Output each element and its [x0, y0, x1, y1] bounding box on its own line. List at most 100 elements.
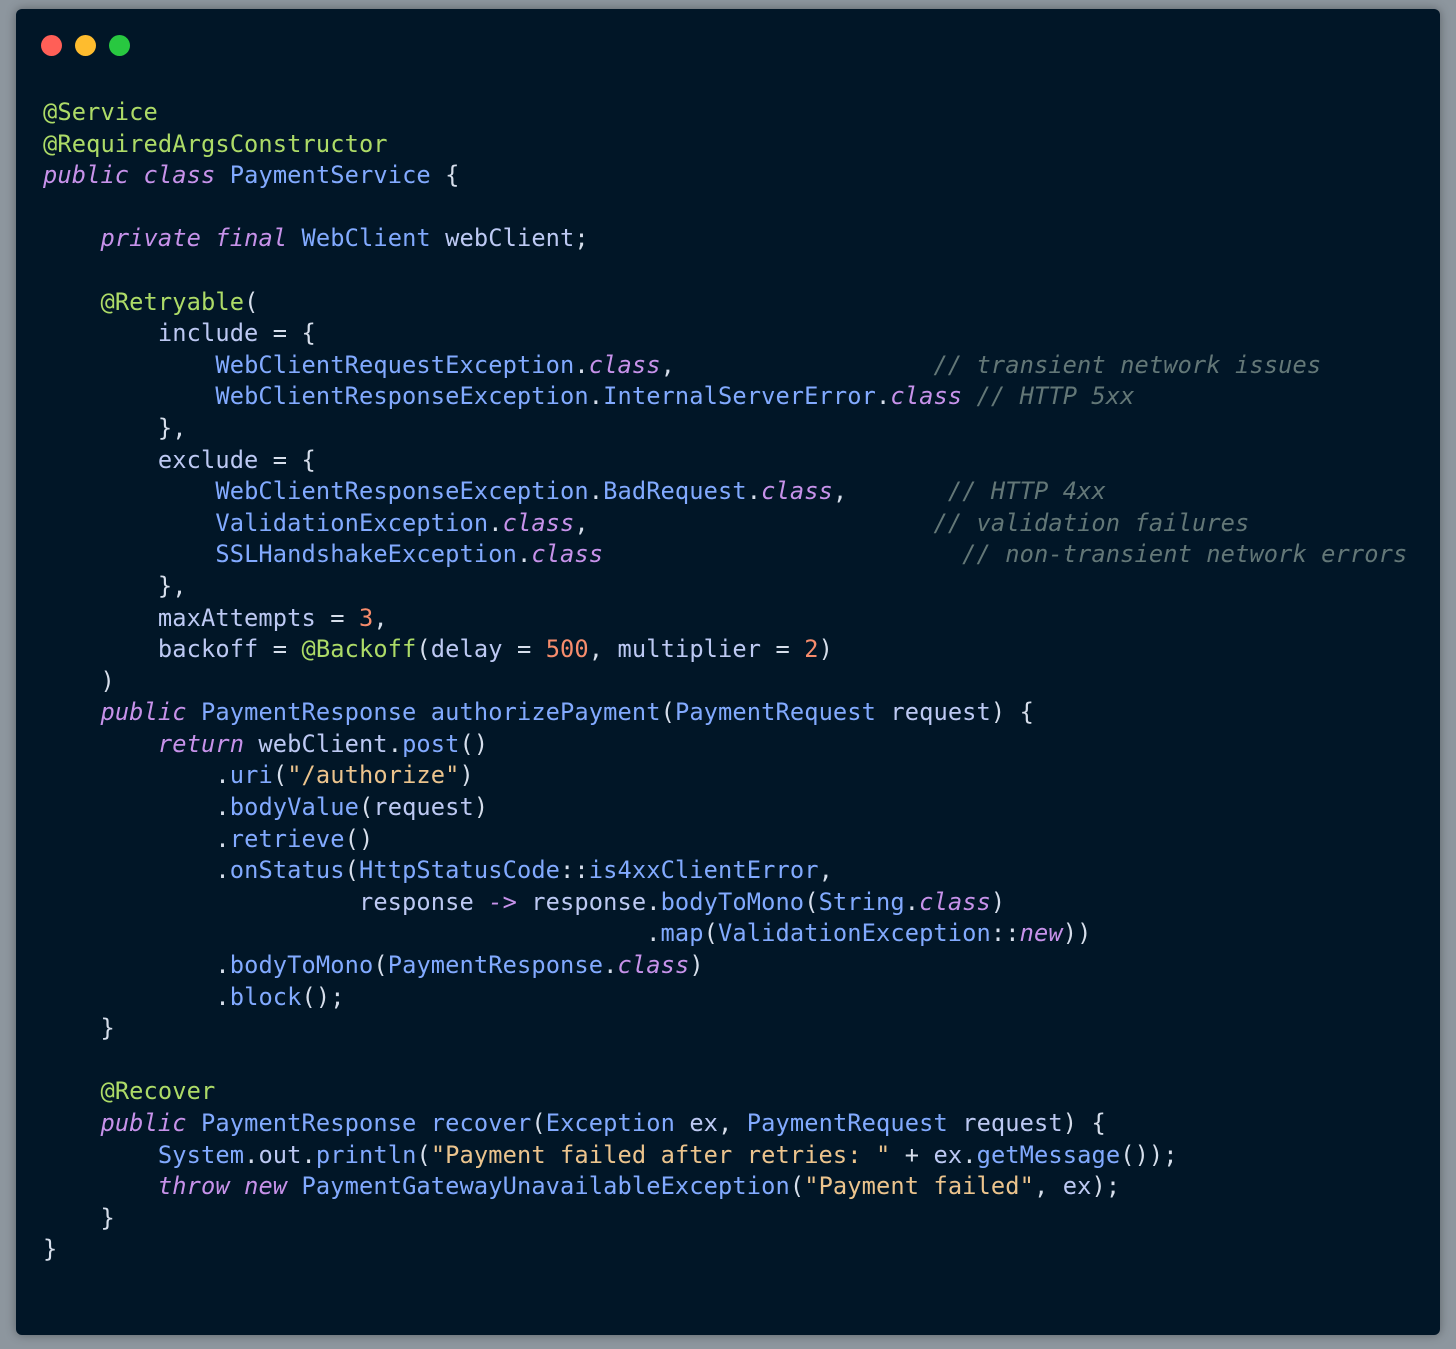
code-token-default: [43, 698, 100, 726]
code-token-default: [287, 1172, 301, 1200]
code-token-default: [187, 1109, 201, 1137]
code-token-punct: .: [603, 951, 618, 980]
code-line: throw new PaymentGatewayUnavailableExcep…: [43, 1171, 1407, 1203]
code-token-comment: // transient network issues: [933, 350, 1322, 379]
code-token-default: [43, 730, 158, 758]
code-token-type: WebClientResponseException: [215, 477, 589, 506]
code-token-default: [230, 1172, 244, 1200]
code-token-punct: .: [875, 382, 891, 411]
code-token-punct: .: [215, 951, 230, 980]
code-token-punct: (: [804, 887, 819, 916]
code-token-punct: = {: [258, 319, 316, 348]
code-line: WebClientResponseException.InternalServe…: [43, 381, 1407, 413]
code-token-default: [43, 477, 215, 505]
code-token-plain: request: [947, 1109, 1063, 1137]
code-token-plain: exclude: [157, 445, 259, 474]
code-token-default: [43, 509, 215, 537]
code-token-plain: multiplier: [617, 635, 762, 664]
code-token-punct: }: [100, 1203, 115, 1232]
code-token-punct: (: [531, 1109, 546, 1137]
code-token-type: println: [315, 1140, 417, 1169]
code-token-string: "Payment failed": [804, 1172, 1034, 1201]
maximize-dot[interactable]: [109, 35, 130, 56]
code-token-punct: },: [157, 413, 187, 442]
code-token-plain: response: [358, 887, 474, 916]
code-line: .onStatus(HttpStatusCode::is4xxClientErr…: [43, 855, 1407, 887]
code-token-punct: ) {: [990, 698, 1034, 727]
code-token-type: System: [157, 1140, 245, 1169]
code-token-comment: // non-transient network errors: [962, 540, 1408, 569]
code-line: response -> response.bodyToMono(String.c…: [43, 887, 1407, 919]
code-token-default: [416, 698, 430, 726]
code-token-keyword: new: [244, 1172, 288, 1201]
code-token-default: [43, 983, 215, 1011]
code-token-type: block: [229, 982, 302, 1011]
code-token-type: PaymentResponse: [201, 1109, 417, 1137]
code-token-punct: .: [387, 729, 403, 758]
code-token-keyword: class: [890, 382, 963, 411]
code-line: }: [43, 1013, 1407, 1045]
code-token-plain: request: [373, 793, 474, 822]
code-token-punct: (: [358, 793, 374, 822]
code-token-plain: include: [157, 319, 259, 348]
code-token-punct: ,: [373, 603, 388, 632]
code-token-keyword: public: [100, 1109, 187, 1137]
code-line: .bodyValue(request): [43, 792, 1407, 824]
code-token-punct: ,: [660, 350, 675, 379]
code-window: @Service @RequiredArgsConstructor public c…: [16, 9, 1440, 1335]
code-line: SSLHandshakeException.class // non-trans…: [43, 539, 1407, 571]
code-token-keyword: ->: [473, 887, 532, 916]
code-token-punct: .: [746, 477, 762, 506]
code-token-type: PaymentGatewayUnavailableException: [301, 1172, 790, 1201]
code-token-punct: .: [588, 477, 604, 506]
code-token-default: [43, 919, 646, 947]
code-token-keyword: class: [919, 887, 991, 916]
code-token-keyword: class: [531, 540, 604, 569]
code-line: }: [43, 1234, 1407, 1266]
code-token-punct: .: [215, 824, 230, 853]
code-line: backoff = @Backoff(delay = 500, multipli…: [43, 634, 1407, 666]
code-token-punct: .: [962, 1140, 977, 1169]
code-token-keyword: class: [588, 350, 661, 379]
code-line: private final WebClient webClient;: [43, 223, 1407, 255]
code-token-punct: .: [516, 540, 532, 569]
code-token-punct: }: [100, 1014, 115, 1043]
code-token-punct: ): [818, 635, 833, 664]
code-token-annotation: @Recover: [100, 1077, 216, 1106]
minimize-dot[interactable]: [75, 35, 96, 56]
code-line: public PaymentResponse recover(Exception…: [43, 1108, 1407, 1140]
code-line: .retrieve(): [43, 824, 1407, 856]
code-token-punct: },: [157, 571, 187, 600]
code-token-default: [43, 1204, 100, 1232]
code-token-punct: .: [488, 508, 503, 537]
code-token-punct: =: [258, 635, 302, 664]
code-token-type: authorizePayment: [430, 698, 661, 727]
code-token-number: 3: [358, 603, 374, 632]
code-token-plain: delay: [430, 635, 503, 664]
code-line: .uri("/authorize"): [43, 760, 1407, 792]
code-token-type: WebClient: [301, 224, 431, 253]
code-token-punct: ): [100, 666, 115, 695]
code-token-annotation: @Backoff: [301, 635, 417, 664]
close-dot[interactable]: [41, 35, 62, 56]
code-token-default: [43, 572, 158, 600]
code-token-keyword: final: [215, 224, 288, 253]
code-token-punct: ,: [832, 477, 848, 506]
code-token-punct: (: [272, 761, 288, 790]
code-token-default: [43, 856, 215, 884]
code-token-type: String: [818, 887, 905, 916]
code-token-punct: ::: [560, 856, 589, 885]
code-token-plain: ex: [933, 1140, 963, 1169]
code-token-type: onStatus: [229, 856, 345, 885]
code-token-punct: +: [890, 1140, 934, 1169]
code-token-type: InternalServerError: [603, 382, 876, 411]
code-token-type: bodyToMono: [660, 887, 805, 916]
code-token-default: [43, 414, 158, 442]
code-line: },: [43, 413, 1407, 445]
code-token-default: [43, 951, 215, 979]
code-token-default: [43, 1172, 158, 1200]
code-line: @Recover: [43, 1076, 1407, 1108]
code-token-punct: .: [244, 1140, 259, 1169]
code-token-punct: ,: [588, 635, 618, 664]
